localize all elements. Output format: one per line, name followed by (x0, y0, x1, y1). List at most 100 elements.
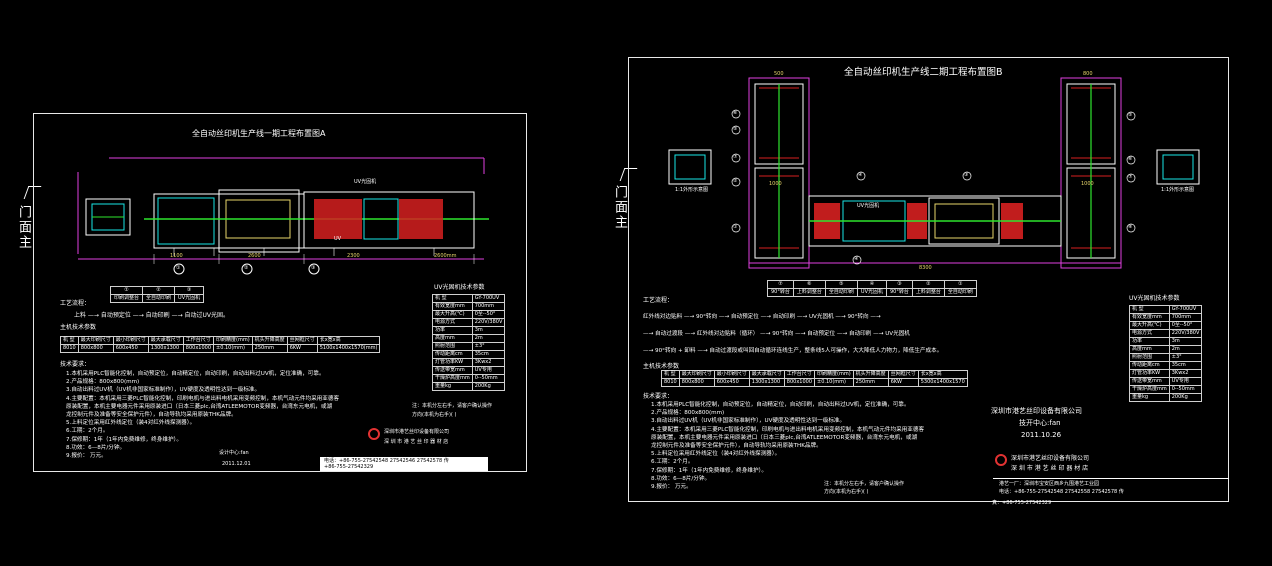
uv-param-row: 干燥炉高度mm 0--50mm (1129, 385, 1203, 394)
sheet-a-company: 深圳市港艺丝印设备有限公司 (384, 429, 450, 435)
callout: ⑤ (1128, 112, 1133, 118)
callout: ⑤ (733, 126, 738, 132)
table-cell: 6KW (887, 378, 919, 387)
uv-param-row: 有效宽度mm 700mm (1129, 313, 1203, 322)
uv-param-value: GY-700UV (1168, 305, 1203, 314)
sheet-b-contact1: 电话：+86-755-27542548 27542558 27542578 传 (999, 489, 1124, 495)
sheet-a-process-text: 上料 —→ 自动预定位 —→ 自动印刷 —→ 自动过UV光固。 (74, 312, 230, 319)
table-cell: 1300x1300 (147, 344, 184, 353)
uv-param-value: ±3° (471, 342, 506, 351)
sheet-b-company-sub: 深 圳 市 港 艺 丝 印 器 材 店 (1011, 465, 1089, 472)
uv-param-value: 3Kwx2 (1168, 369, 1203, 378)
uv-param-row: 最大升高(℃) 0至--50° (432, 310, 506, 319)
uv-param-value: UV专用 (471, 366, 506, 375)
table-cell: 250mm (251, 344, 288, 353)
sheet-a-num-3: ③ (311, 265, 316, 271)
sheet-b-dim-1: 500 (774, 71, 784, 77)
sheet-a-tech-list: 1.本机采用PLC智能化控制，自动预定位，自动精定位，自动印刷，自动出料过UV机… (66, 370, 396, 460)
uv-param-value: 0至--50° (1168, 321, 1203, 330)
sheet-a-uv-label: UV (334, 236, 342, 242)
callout: ① (733, 224, 738, 230)
sheet-b-company-center: 深圳市港艺丝印设备有限公司 (991, 407, 1082, 415)
table-header: 印刷精度(mm) (213, 336, 253, 345)
uv-param-label: 重量kg (432, 382, 473, 391)
legend-num: ① (109, 286, 144, 295)
callout: ⑦ (1128, 174, 1133, 180)
tech-item: 5.上料定位采用红外线定位（装4对红外线探测器）。 (651, 451, 781, 458)
table-cell: 600x450 (713, 378, 750, 387)
uv-param-row: 传送带宽mm UV专用 (1129, 377, 1203, 386)
uv-param-value: 200Kg (1168, 393, 1203, 402)
table-header: 工作台尺寸 (783, 370, 816, 379)
table-header: 机头升降高度 (251, 336, 288, 345)
uv-param-value: 3m (1168, 337, 1203, 346)
tech-item: 8.功效：6—8片/分钟。 (651, 475, 711, 482)
uv-param-row: 机 型 GY-700UV (1129, 305, 1203, 314)
table-header: 机 型 (661, 370, 680, 379)
sheet-b-main-params-table: 机 型 最大印刷尺寸 最小印刷尺寸 最大承载尺寸 工作台尺寸 印刷精度(mm) … (661, 370, 968, 387)
callout: ④ (858, 172, 863, 178)
sheet-b-uv-params-title: UV光固机技术参数 (1129, 295, 1180, 302)
uv-param-row: 高度mm 2m (432, 334, 506, 343)
uv-param-value: 3m (471, 326, 506, 335)
legend-name: 90°转台 (886, 288, 913, 297)
table-header: 工作台尺寸 (182, 336, 215, 345)
sheet-b-tech-list: 1.本机采用PLC智能化控制，自动预定位，自动精定位，自动印刷，自动出料过UV机… (651, 401, 991, 491)
legend-name: 全自动印刷 (824, 288, 858, 297)
legend-num: ⑥ (792, 280, 826, 289)
sheet-b-note2: 方向(本机为右手)( ) (824, 489, 869, 495)
sheet-b-process-lines: 红外线对边贴料 —→ 90°转向 —→ 自动预定位 —→ 自动印刷 —→ UV光… (643, 309, 942, 360)
sheet-a-main-params-table: 机 型 最大印刷尺寸 最小印刷尺寸 最大承载尺寸 工作台尺寸 印刷精度(mm) … (60, 336, 381, 353)
sheet-b-dim-4: 800 (1083, 71, 1093, 77)
table-header: 机 型 (60, 336, 79, 345)
uv-param-label: 高度mm (432, 334, 473, 343)
sheet-a-process-title: 工艺流程： (60, 300, 91, 307)
company-logo-icon (995, 454, 1007, 466)
tech-item: 原装配置，本机主要电器元件采用原装进口（日本三菱plc,台湾ATLEEMOTOR… (66, 403, 333, 410)
sheet-b-company: 深圳市港艺丝印设备有限公司 (1011, 455, 1090, 462)
uv-param-value: 220V/380V (1168, 329, 1203, 338)
uv-param-label: 照射范围 (1129, 353, 1170, 362)
uv-param-label: 机 型 (1129, 305, 1170, 314)
uv-param-row: 最大升高(℃) 0至--50° (1129, 321, 1203, 330)
uv-param-row: 功率 3m (432, 326, 506, 335)
sheet-b-dim-3: 1000 (1081, 181, 1094, 187)
legend-num: ② (911, 280, 945, 289)
legend-num: ① (943, 280, 977, 289)
sheet-a-note2: 方向(本机为右手)( ) (412, 412, 457, 418)
callout: ③ (964, 172, 969, 178)
legend-name: 全自动印刷 (142, 294, 176, 303)
uv-param-label: 功率 (432, 326, 473, 335)
tech-item: 4.主要配置：本机采用三菱PLC智能化控制，印刷电机与进出料电机采用变频控制，本… (66, 395, 340, 402)
table-cell: 1300x1300 (748, 378, 785, 387)
sheet-a-num-1: ① (176, 265, 181, 271)
uv-param-value: 0--50mm (1168, 385, 1203, 394)
uv-param-value: ±3° (1168, 353, 1203, 362)
tech-item: 2.产品规格：800x800(mm) (66, 379, 140, 386)
sheet-a-uv-params-title: UV光固机技术参数 (434, 284, 485, 291)
legend-num: ③ (886, 280, 913, 289)
uv-param-label: 最大升高(℃) (1129, 321, 1170, 330)
uv-param-label: 传送带宽mm (432, 366, 473, 375)
legend-name: UV光固机 (174, 294, 205, 303)
sheet-a-tech-title: 技术要求： (60, 361, 91, 368)
table-header: 最大承载尺寸 (147, 336, 184, 345)
table-cell: 600x450 (112, 344, 149, 353)
uv-param-value: 35cm (471, 350, 506, 359)
process-line: 红外线对边贴料 —→ 90°转向 —→ 自动预定位 —→ 自动印刷 —→ UV光… (643, 314, 881, 320)
uv-param-value: 700mm (471, 302, 506, 311)
uv-param-label: 最大升高(℃) (432, 310, 473, 319)
uv-param-value: 3Kwx2 (471, 358, 506, 367)
process-line: —→ 自动过渡段 —→ 红外线对边贴料（循环） —→ 90°转向 —→ 自动预定… (643, 331, 910, 337)
sheet-a-uv-params-table: 机 型 GY-700UV 有效宽度mm 700mm 最大升高(℃) 0至--50° 电源方式… (432, 294, 506, 391)
drawing-sheet-a: 全自动丝印机生产线一期工程布置图A UV UV光固机 1100 2600 230… (33, 113, 527, 472)
tech-item: 6.工期：2个月。 (66, 428, 109, 435)
sheet-a-legend-table: ① ② ③ 印刷调整台 全自动印刷 UV光固机 (109, 286, 205, 303)
table-header: 最大印刷尺寸 (77, 336, 114, 345)
uv-param-value: 220V/380V (471, 318, 506, 327)
legend-num: ⑦ (767, 280, 794, 289)
tech-item: 9.报价： 万元。 (651, 484, 692, 491)
table-cell: ±0.10(mm) (814, 378, 854, 387)
table-cell: 800x800 (678, 378, 715, 387)
drawing-sheet-b: 全自动丝印机生产线二期工程布置图B 500 1000 1000 800 8300… (628, 57, 1229, 502)
